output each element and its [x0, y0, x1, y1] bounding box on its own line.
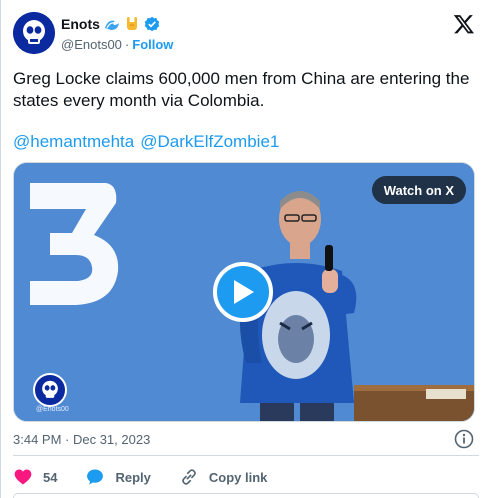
rock-hand-emoji-icon — [124, 16, 140, 32]
like-count: 54 — [43, 469, 58, 485]
heart-icon — [14, 469, 32, 485]
watermark-logo-icon — [33, 373, 67, 407]
like-button[interactable]: 54 — [13, 467, 57, 487]
wave-emoji-icon — [104, 16, 120, 32]
follow-button[interactable]: Follow — [132, 37, 173, 52]
reply-button[interactable]: Reply — [85, 467, 151, 487]
reply-bubble-icon — [87, 469, 104, 485]
handle-row: @Enots00 · Follow — [61, 37, 173, 52]
mentions: @hemantmehta @DarkElfZombie1 — [13, 131, 279, 153]
link-icon — [182, 469, 196, 485]
mention-link[interactable]: @hemantmehta — [13, 131, 134, 153]
tweet-text: Greg Locke claims 600,000 men from China… — [13, 69, 470, 110]
avatar[interactable] — [13, 12, 55, 54]
play-button[interactable] — [213, 262, 273, 322]
video-player[interactable]: Watch on X @Enots00 — [13, 162, 475, 422]
tweet-header: Enots @Enots00 · Follow — [13, 11, 479, 55]
x-logo-icon[interactable] — [453, 13, 475, 35]
divider — [13, 455, 479, 456]
author-handle[interactable]: @Enots00 — [61, 37, 122, 52]
watch-on-x-button[interactable]: Watch on X — [371, 176, 466, 204]
author-name-row[interactable]: Enots — [61, 15, 160, 33]
tweet-card: Enots @Enots00 · Follow Greg Locke claim… — [0, 0, 491, 498]
copy-link-label: Copy link — [208, 469, 268, 485]
timestamp[interactable]: 3:44 PM · Dec 31, 2023 — [13, 432, 150, 447]
read-replies-bar[interactable] — [13, 493, 479, 498]
watermark-handle: @Enots00 — [36, 406, 69, 413]
reply-label: Reply — [115, 469, 151, 485]
play-icon — [234, 280, 254, 304]
mention-link[interactable]: @DarkElfZombie1 — [140, 131, 279, 153]
copy-link-button[interactable]: Copy link — [179, 467, 268, 487]
info-icon[interactable] — [454, 429, 474, 449]
verified-badge-icon — [144, 16, 160, 32]
author-name[interactable]: Enots — [61, 16, 100, 32]
action-bar: 54 Reply Copy link — [13, 466, 295, 488]
handle-separator: · — [124, 37, 130, 52]
